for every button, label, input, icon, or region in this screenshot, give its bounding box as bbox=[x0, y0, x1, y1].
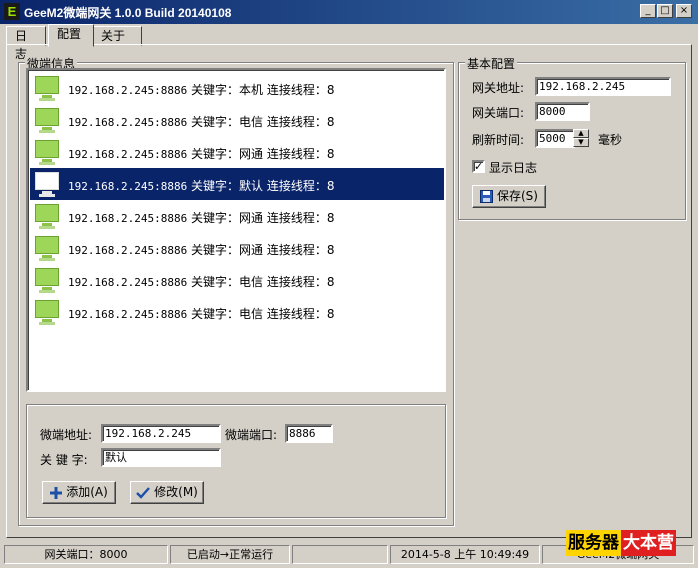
client-list-item-addr: 192.168.2.245:8886 bbox=[68, 308, 188, 321]
client-list-item-addr: 192.168.2.245:8886 bbox=[68, 276, 188, 289]
keyword-label: 关 键 字: bbox=[40, 453, 88, 467]
tab-log[interactable]: 日志 bbox=[6, 26, 46, 61]
plus-icon bbox=[50, 486, 63, 499]
status-empty-panel bbox=[292, 545, 388, 564]
spin-up-icon[interactable]: ▲ bbox=[573, 129, 589, 138]
status-gateway-port: 网关端口：8000 bbox=[4, 545, 168, 564]
keyword-input[interactable]: 默认 bbox=[101, 448, 221, 467]
minimize-button[interactable]: _ bbox=[640, 4, 656, 18]
title-bar[interactable]: E GeeM2微端网关 1.0.0 Build 20140108 _ □ × bbox=[0, 0, 698, 24]
show-log-checkbox[interactable]: ✓ bbox=[472, 160, 485, 173]
save-button-label: 保存(S) bbox=[497, 189, 538, 203]
client-list-item-text: 192.168.2.245:8886 关键字：默认 连接线程：8 bbox=[68, 177, 334, 194]
client-list-item-text: 192.168.2.245:8886 关键字：本机 连接线程：8 bbox=[68, 81, 334, 98]
refresh-time-label: 刷新时间: bbox=[472, 133, 525, 147]
client-list-item-addr: 192.168.2.245:8886 bbox=[68, 244, 188, 257]
client-list-item[interactable]: 192.168.2.245:8886 关键字：电信 连接线程：8 bbox=[30, 296, 444, 328]
client-list-item[interactable]: 192.168.2.245:8886 关键字：电信 连接线程：8 bbox=[30, 264, 444, 296]
gateway-addr-input[interactable]: 192.168.2.245 bbox=[535, 77, 671, 96]
watermark-logo: 服务器 大本营 bbox=[566, 530, 676, 556]
client-addr-label: 微端地址: bbox=[40, 428, 93, 442]
client-list-item-text: 192.168.2.245:8886 关键字：网通 连接线程：8 bbox=[68, 241, 334, 258]
tab-about[interactable]: 关于 bbox=[92, 26, 142, 46]
add-button[interactable]: 添加(A) bbox=[42, 481, 116, 504]
refresh-time-spinner[interactable]: ▲ ▼ bbox=[573, 129, 589, 148]
maximize-button[interactable]: □ bbox=[657, 4, 673, 18]
app-icon: E bbox=[4, 3, 20, 20]
spin-down-icon[interactable]: ▼ bbox=[573, 138, 589, 147]
client-port-input[interactable]: 8886 bbox=[285, 424, 333, 443]
gateway-addr-label: 网关地址: bbox=[472, 81, 525, 95]
client-list-item-text: 192.168.2.245:8886 关键字：网通 连接线程：8 bbox=[68, 145, 334, 162]
client-list-item[interactable]: 192.168.2.245:8886 关键字：本机 连接线程：8 bbox=[30, 72, 444, 104]
floppy-disk-icon bbox=[480, 190, 493, 203]
save-button[interactable]: 保存(S) bbox=[472, 185, 546, 208]
client-list-item[interactable]: 192.168.2.245:8886 关键字：网通 连接线程：8 bbox=[30, 200, 444, 232]
refresh-unit-label: 毫秒 bbox=[598, 133, 623, 147]
client-list-item-addr: 192.168.2.245:8886 bbox=[68, 116, 188, 129]
client-list-item-detail: 关键字：网通 连接线程：8 bbox=[187, 243, 335, 257]
client-list-item-detail: 关键字：电信 连接线程：8 bbox=[187, 307, 335, 321]
close-button[interactable]: × bbox=[676, 4, 692, 18]
main-window: E GeeM2微端网关 1.0.0 Build 20140108 _ □ × 日… bbox=[0, 0, 698, 568]
monitor-icon bbox=[34, 235, 60, 261]
monitor-icon bbox=[34, 139, 60, 165]
modify-button-label: 修改(M) bbox=[154, 485, 198, 499]
gateway-port-input[interactable]: 8000 bbox=[535, 102, 590, 121]
client-list-item-addr: 192.168.2.245:8886 bbox=[68, 148, 188, 161]
client-list-item-detail: 关键字：网通 连接线程：8 bbox=[187, 147, 335, 161]
client-addr-input[interactable]: 192.168.2.245 bbox=[101, 424, 221, 443]
monitor-icon bbox=[34, 299, 60, 325]
client-list-item[interactable]: 192.168.2.245:8886 关键字：默认 连接线程：8 bbox=[30, 168, 444, 200]
monitor-icon bbox=[34, 107, 60, 133]
client-list-item-addr: 192.168.2.245:8886 bbox=[68, 84, 188, 97]
client-list-item-addr: 192.168.2.245:8886 bbox=[68, 212, 188, 225]
client-list[interactable]: 192.168.2.245:8886 关键字：本机 连接线程：8 192.168.… bbox=[26, 68, 446, 392]
client-list-item-detail: 关键字：电信 连接线程：8 bbox=[187, 275, 335, 289]
client-list-item-detail: 关键字：电信 连接线程：8 bbox=[187, 115, 335, 129]
client-list-item-text: 192.168.2.245:8886 关键字：电信 连接线程：8 bbox=[68, 273, 334, 290]
add-button-label: 添加(A) bbox=[66, 485, 108, 499]
watermark-part1: 服务器 bbox=[566, 530, 621, 556]
client-list-item-text: 192.168.2.245:8886 关键字：电信 连接线程：8 bbox=[68, 305, 334, 322]
monitor-icon bbox=[34, 75, 60, 101]
show-log-label[interactable]: 显示日志 bbox=[489, 159, 537, 176]
client-list-item[interactable]: 192.168.2.245:8886 关键字：网通 连接线程：8 bbox=[30, 232, 444, 264]
client-list-item-detail: 关键字：默认 连接线程：8 bbox=[187, 179, 335, 193]
client-port-label: 微端端口: bbox=[225, 428, 278, 442]
client-list-item-detail: 关键字：网通 连接线程：8 bbox=[187, 211, 335, 225]
status-datetime: 2014-5-8 上午 10:49:49 bbox=[390, 545, 540, 564]
client-list-item-text: 192.168.2.245:8886 关键字：网通 连接线程：8 bbox=[68, 209, 334, 226]
client-list-item[interactable]: 192.168.2.245:8886 关键字：电信 连接线程：8 bbox=[30, 104, 444, 136]
status-running-state: 已启动→正常运行 bbox=[170, 545, 290, 564]
refresh-time-input[interactable]: 5000 bbox=[535, 129, 575, 148]
monitor-icon bbox=[34, 171, 60, 197]
window-title: GeeM2微端网关 1.0.0 Build 20140108 bbox=[24, 6, 232, 20]
client-list-item-detail: 关键字：本机 连接线程：8 bbox=[187, 83, 335, 97]
modify-button[interactable]: 修改(M) bbox=[130, 481, 204, 504]
watermark-part2: 大本营 bbox=[621, 530, 676, 556]
tab-config[interactable]: 配置 bbox=[48, 24, 94, 47]
basic-config-title: 基本配置 bbox=[465, 55, 518, 72]
client-list-item-addr: 192.168.2.245:8886 bbox=[68, 180, 188, 193]
checkmark-icon bbox=[136, 486, 151, 499]
checkbox-check-icon: ✓ bbox=[474, 160, 484, 173]
client-list-item[interactable]: 192.168.2.245:8886 关键字：网通 连接线程：8 bbox=[30, 136, 444, 168]
client-list-item-text: 192.168.2.245:8886 关键字：电信 连接线程：8 bbox=[68, 113, 334, 130]
monitor-icon bbox=[34, 267, 60, 293]
monitor-icon bbox=[34, 203, 60, 229]
gateway-port-label: 网关端口: bbox=[472, 106, 525, 120]
